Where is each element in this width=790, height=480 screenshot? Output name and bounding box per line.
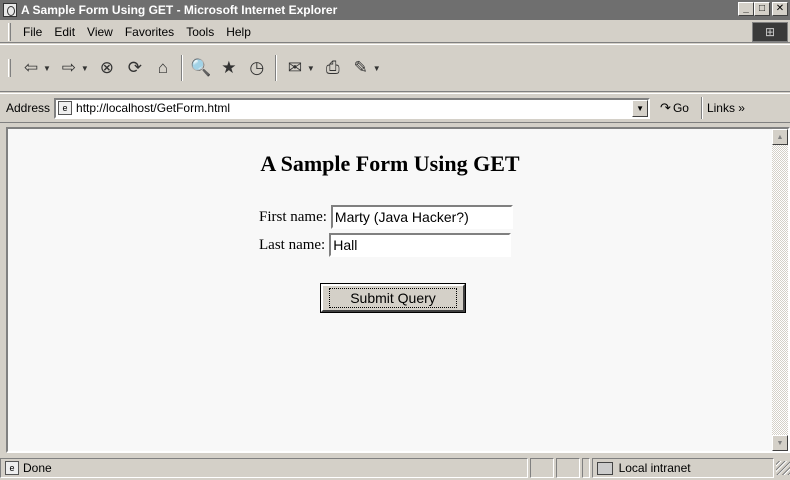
last-name-row: Last name:: [259, 233, 512, 257]
menu-help[interactable]: Help: [220, 25, 257, 39]
first-name-input[interactable]: [330, 205, 513, 229]
content-area: A Sample Form Using GET First name: Last…: [6, 127, 790, 453]
back-icon[interactable]: ⇦: [20, 57, 42, 79]
security-zone-panel[interactable]: Local intranet: [591, 458, 775, 478]
links-button[interactable]: Links »: [707, 101, 745, 115]
close-button[interactable]: ✕: [772, 2, 788, 16]
window-controls: _ □ ✕: [738, 2, 788, 16]
web-page: A Sample Form Using GET First name: Last…: [8, 129, 772, 451]
address-bar: Address e http://localhost/GetForm.html …: [0, 93, 790, 123]
last-name-input[interactable]: [329, 233, 512, 257]
window-title: A Sample Form Using GET - Microsoft Inte…: [21, 3, 338, 17]
status-panel-blank: [530, 458, 554, 478]
page-heading: A Sample Form Using GET: [260, 151, 520, 176]
minimize-button[interactable]: _: [738, 2, 754, 16]
toolbar-grip[interactable]: [8, 59, 11, 77]
address-label: Address: [6, 101, 51, 115]
maximize-button[interactable]: □: [754, 2, 770, 16]
mail-icon[interactable]: ✉: [284, 57, 306, 79]
edit-dropdown-icon[interactable]: ▼: [373, 64, 381, 73]
menu-favorites[interactable]: Favorites: [119, 25, 180, 39]
refresh-icon[interactable]: ⟳: [124, 57, 146, 79]
security-zone-text: Local intranet: [618, 461, 691, 475]
home-icon[interactable]: ⌂: [152, 57, 174, 79]
search-icon[interactable]: 🔍: [190, 57, 212, 79]
status-panel-blank: [581, 458, 590, 478]
toolbar-separator: [180, 55, 183, 81]
windows-logo-icon: ⊞: [752, 22, 788, 42]
resize-grip[interactable]: [776, 461, 790, 475]
status-text: Done: [23, 461, 52, 475]
back-dropdown-icon[interactable]: ▼: [43, 64, 51, 73]
submit-query-button[interactable]: Submit Query: [320, 283, 466, 313]
vertical-scrollbar[interactable]: ▲ ▼: [772, 129, 788, 451]
address-url[interactable]: http://localhost/GetForm.html: [76, 101, 230, 115]
menu-edit[interactable]: Edit: [48, 25, 81, 39]
status-bar: e Done Local intranet: [0, 456, 790, 480]
mail-dropdown-icon[interactable]: ▼: [307, 64, 315, 73]
menu-file[interactable]: File: [17, 25, 48, 39]
status-panel: e Done: [0, 458, 529, 478]
scroll-down-icon[interactable]: ▼: [772, 435, 788, 451]
ie-app-icon[interactable]: [3, 3, 17, 17]
page-done-icon: e: [5, 461, 19, 475]
local-intranet-icon: [596, 461, 613, 475]
menu-bar: File Edit View Favorites Tools Help ⊞: [0, 21, 790, 43]
scroll-up-icon[interactable]: ▲: [772, 129, 788, 145]
submit-query-label: Submit Query: [329, 288, 457, 308]
first-name-row: First name:: [259, 205, 513, 229]
last-name-label: Last name:: [259, 236, 326, 253]
status-panel-blank: [555, 458, 580, 478]
first-name-label: First name:: [259, 208, 327, 225]
stop-icon[interactable]: ⊗: [96, 57, 118, 79]
print-icon[interactable]: ⎙: [322, 57, 344, 79]
page-icon: e: [58, 101, 73, 115]
address-input[interactable]: e http://localhost/GetForm.html ▼: [54, 97, 651, 119]
toolbar-grip[interactable]: [8, 22, 11, 41]
standard-toolbar: ⇦ ▼ ⇨ ▼ ⊗ ⟳ ⌂ 🔍 ★ ◷ ✉ ▼ ⎙ ✎ ▼: [0, 44, 790, 92]
go-label: Go: [672, 101, 689, 115]
go-arrow-icon: ↷: [660, 100, 671, 115]
address-dropdown-icon[interactable]: ▼: [632, 99, 649, 117]
favorites-icon[interactable]: ★: [218, 57, 240, 79]
toolbar-separator: [274, 55, 277, 81]
links-separator: [700, 97, 703, 119]
go-button[interactable]: ↷ Go: [660, 100, 689, 116]
edit-icon[interactable]: ✎: [350, 57, 372, 79]
menu-tools[interactable]: Tools: [180, 25, 220, 39]
menu-view[interactable]: View: [81, 25, 119, 39]
forward-dropdown-icon[interactable]: ▼: [81, 64, 89, 73]
title-bar[interactable]: A Sample Form Using GET - Microsoft Inte…: [0, 0, 790, 20]
forward-icon[interactable]: ⇨: [58, 57, 80, 79]
history-icon[interactable]: ◷: [246, 57, 268, 79]
